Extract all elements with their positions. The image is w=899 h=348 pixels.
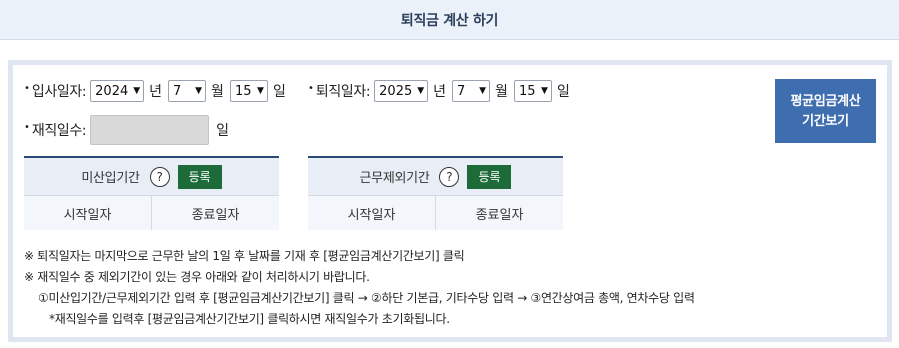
note-line: ①미산입기간/근무제외기간 입력 후 [평균임금계산기간보기] 클릭 → ②하단… [38, 291, 695, 305]
hire-date-row: • 입사일자: 2024 ▼ 년 7 ▼ 월 15 ▼ 일 [24, 80, 292, 102]
page-header: 퇴직금 계산 하기 [0, 0, 899, 40]
retire-date-row: • 퇴직일자: 2025 ▼ 년 7 ▼ 월 15 ▼ 일 [308, 80, 576, 102]
note-line: ※ 퇴직일자는 마지막으로 근무한 날의 1일 후 날짜를 기재 후 [평균임금… [24, 249, 465, 263]
view-average-wage-period-button[interactable]: 평균임금계산 기간보기 [775, 79, 876, 143]
unpaid-period-title: 미산입기간 [81, 171, 140, 186]
note-line: ※ 재직일수 중 제외기간이 있는 경우 아래와 같이 처리하시기 바랍니다. [24, 270, 370, 284]
start-date-header: 시작일자 [24, 196, 152, 230]
chevron-down-icon: ▼ [417, 86, 425, 96]
hire-day-select[interactable]: 15 ▼ [229, 80, 268, 102]
retire-month-select[interactable]: 7 ▼ [452, 80, 491, 102]
help-icon[interactable]: ? [149, 166, 170, 187]
hire-date-label: 입사일자: [31, 84, 87, 100]
retire-date-label: 퇴직일자: [315, 84, 371, 100]
end-date-header: 종료일자 [475, 207, 524, 223]
end-date-header: 종료일자 [191, 207, 240, 223]
note-line: *재직일수를 입력후 [평균임금계산기간보기] 클릭하시면 재직일수가 초기화됩… [49, 312, 450, 326]
unpaid-period-register-button[interactable]: 등록 [177, 164, 222, 189]
hire-year-select[interactable]: 2024 ▼ [90, 80, 145, 102]
page-title: 퇴직금 계산 하기 [400, 12, 499, 29]
excluded-period-table: 근무제외기간 ? 등록 시작일자 종료일자 [308, 156, 563, 230]
retire-year-select[interactable]: 2025 ▼ [374, 80, 429, 102]
excluded-period-register-button[interactable]: 등록 [467, 164, 512, 189]
hire-month-select[interactable]: 7 ▼ [168, 80, 207, 102]
chevron-down-icon: ▼ [195, 86, 203, 96]
service-days-label: 재직일수: [31, 123, 87, 139]
excluded-period-title: 근무제외기간 [359, 171, 430, 186]
chevron-down-icon: ▼ [541, 86, 548, 96]
start-date-header: 시작일자 [308, 196, 436, 230]
retire-day-select[interactable]: 15 ▼ [513, 80, 552, 102]
service-days-row: • 재직일수: 일 [24, 115, 235, 145]
service-days-field[interactable] [90, 115, 210, 145]
chevron-down-icon: ▼ [257, 86, 264, 96]
chevron-down-icon: ▼ [479, 86, 487, 96]
chevron-down-icon: ▼ [133, 86, 141, 96]
notes: ※ 퇴직일자는 마지막으로 근무한 날의 1일 후 날짜를 기재 후 [평균임금… [24, 246, 695, 330]
help-icon[interactable]: ? [439, 166, 460, 187]
unpaid-period-table: 미산입기간 ? 등록 시작일자 종료일자 [24, 156, 279, 230]
